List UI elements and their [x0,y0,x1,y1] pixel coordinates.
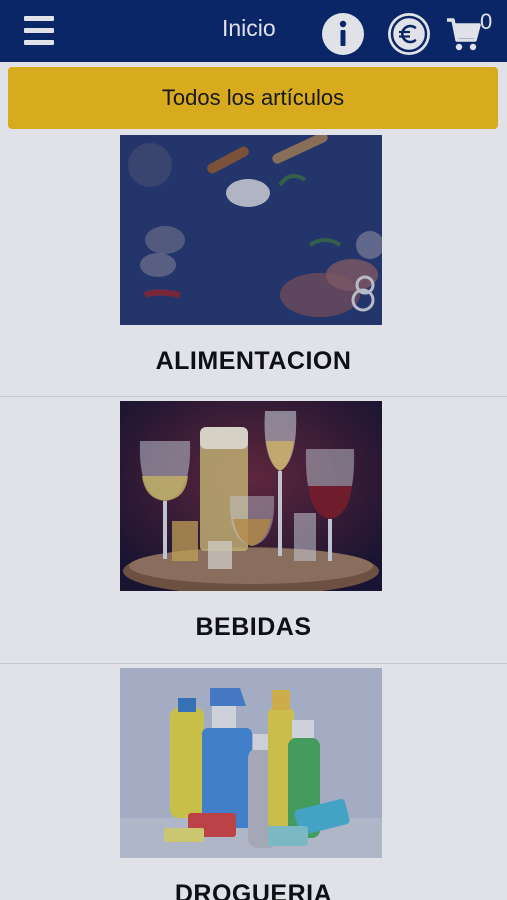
category-cleaning[interactable]: DROGUERIA [0,668,507,900]
cart-count-badge: 0 [480,9,493,34]
shopping-cart-icon[interactable] [446,14,482,54]
cleaning-category-image [120,668,382,858]
page-title: Inicio [222,15,276,41]
category-drinks[interactable]: BEBIDAS [0,401,507,668]
food-category-image [120,135,382,325]
hamburger-menu-icon[interactable] [24,15,54,47]
category-food[interactable]: ALIMENTACION [0,135,507,402]
euro-icon[interactable] [388,13,430,55]
top-app-bar: Inicio 0 [0,0,507,62]
category-label: BEBIDAS [195,613,312,641]
divider [0,663,507,664]
divider [0,396,507,397]
category-label: DROGUERIA [174,880,333,900]
info-icon[interactable] [322,13,364,55]
all-items-button[interactable]: Todos los artículos [8,67,498,129]
drinks-category-image [120,401,382,591]
category-label: ALIMENTACION [155,347,352,375]
